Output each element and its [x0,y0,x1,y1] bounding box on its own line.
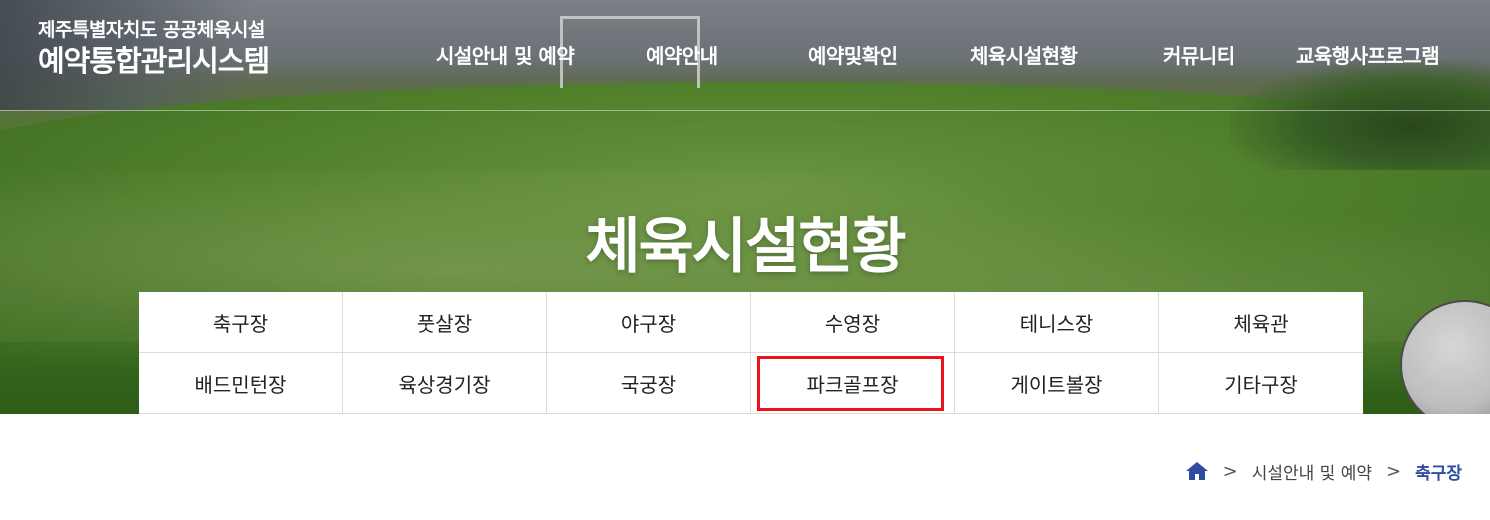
nav-item-education-programs[interactable]: 교육행사프로그램 [1296,40,1440,69]
page-title: 체육시설현황 [585,212,906,282]
facility-tab-gymnasium[interactable]: 체육관 [1159,292,1363,353]
nav-item-sports-facilities[interactable]: 체육시설현황 [970,40,1078,69]
nav-item-community[interactable]: 커뮤니티 [1163,40,1235,69]
nav-item-facility-info-reservation[interactable]: 시설안내 및 예약 [436,40,575,69]
nav-item-reservation-guide[interactable]: 예약안내 [646,40,718,69]
facility-tab-athletics[interactable]: 육상경기장 [343,353,547,414]
logo-subtitle: 제주특별자치도 공공체육시설 [38,19,265,41]
breadcrumb-separator: > [1222,460,1238,482]
main-navigation: 시설안내 및 예약 예약안내 예약및확인 체육시설현황 커뮤니티 교육행사프로그… [0,40,1490,70]
facility-tab-archery[interactable]: 국궁장 [547,353,751,414]
facility-tab-grid: 축구장 풋살장 야구장 수영장 테니스장 체육관 배드민턴장 육상경기장 국궁장… [139,292,1363,414]
facility-tab-gateball[interactable]: 게이트볼장 [955,353,1159,414]
facility-tab-swimming[interactable]: 수영장 [751,292,955,353]
facility-tab-soccer[interactable]: 축구장 [139,292,343,353]
breadcrumb: > 시설안내 및 예약 > 축구장 [1185,458,1462,484]
header-divider [0,110,1490,111]
nav-item-reservation-check[interactable]: 예약및확인 [808,40,898,69]
breadcrumb-separator: > [1385,460,1402,482]
facility-tab-futsal[interactable]: 풋살장 [343,292,547,353]
home-icon[interactable] [1185,461,1209,481]
breadcrumb-item-facility-info[interactable]: 시설안내 및 예약 [1252,459,1372,484]
facility-tab-park-golf[interactable]: 파크골프장 [751,353,955,414]
facility-tab-tennis[interactable]: 테니스장 [955,292,1159,353]
facility-tab-baseball[interactable]: 야구장 [547,292,751,353]
facility-tab-other[interactable]: 기타구장 [1159,353,1363,414]
breadcrumb-current: 축구장 [1415,463,1462,484]
facility-tab-badminton[interactable]: 배드민턴장 [139,353,343,414]
